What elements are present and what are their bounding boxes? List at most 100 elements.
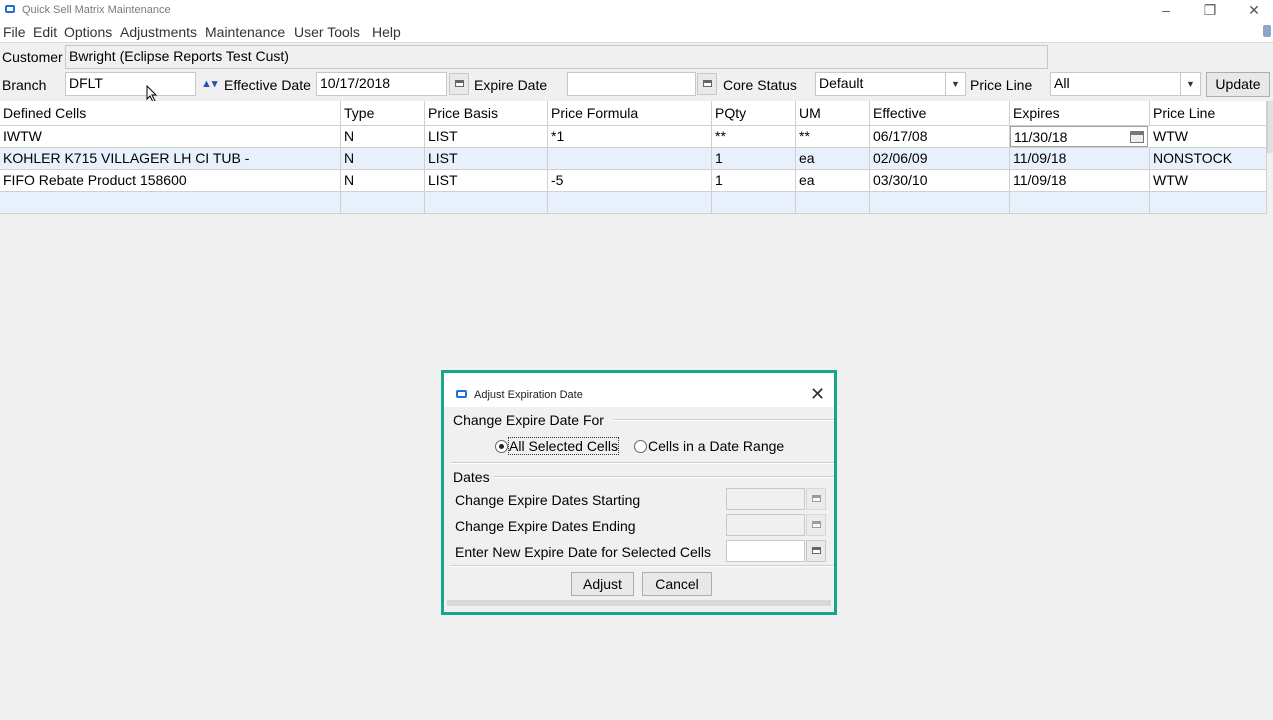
dialog-titlebar: Adjust Expiration Date ✕ [444, 373, 834, 407]
core-status-dropdown-icon[interactable]: ▼ [946, 72, 966, 96]
column-header-expires[interactable]: Expires [1010, 101, 1150, 125]
branch-label: Branch [2, 77, 47, 93]
column-header-effective[interactable]: Effective [870, 101, 1010, 125]
price-line-dropdown-icon[interactable]: ▼ [1181, 72, 1201, 96]
dialog-divider [450, 462, 834, 464]
cell-expires[interactable]: 11/09/18 [1010, 148, 1150, 169]
restore-icon[interactable]: ❐ [1188, 0, 1232, 22]
cell-price-formula[interactable]: *1 [548, 126, 712, 147]
effective-date-input[interactable]: 10/17/2018 [316, 72, 447, 96]
new-expire-date-input[interactable] [726, 540, 805, 562]
date-range-label[interactable]: Cells in a Date Range [648, 438, 784, 454]
cell-type[interactable]: N [341, 170, 425, 191]
cell-price-basis[interactable]: LIST [425, 148, 548, 169]
menu-bar: File Edit Options Adjustments Maintenanc… [0, 22, 1273, 43]
expire-date-calendar-icon[interactable] [697, 73, 717, 95]
column-header-price-basis[interactable]: Price Basis [425, 101, 548, 125]
table-row[interactable]: IWTW N LIST *1 ** ** 06/17/08 11/30/18 W… [0, 126, 1267, 148]
price-line-select[interactable]: All [1050, 72, 1181, 96]
cell-price-line[interactable]: WTW [1150, 126, 1267, 147]
cell-expires[interactable]: 11/30/18 [1014, 129, 1067, 145]
table-row-empty[interactable] [0, 192, 1267, 214]
cell-expires-editor[interactable]: 11/30/18 [1010, 126, 1148, 147]
menu-help[interactable]: Help [372, 24, 401, 40]
cell-price-line[interactable]: NONSTOCK [1150, 148, 1267, 169]
column-header-um[interactable]: UM [796, 101, 870, 125]
group1-divider [614, 419, 834, 421]
cell-defined[interactable]: KOHLER K715 VILLAGER LH CI TUB - [0, 148, 341, 169]
menu-options[interactable]: Options [64, 24, 112, 40]
cell-price-formula[interactable]: -5 [548, 170, 712, 191]
cell-price-basis[interactable] [425, 192, 548, 213]
cancel-button[interactable]: Cancel [642, 572, 712, 596]
cell-effective[interactable]: 03/30/10 [870, 170, 1010, 191]
starting-date-calendar-icon [806, 488, 826, 510]
cell-effective[interactable]: 06/17/08 [870, 126, 1010, 147]
cell-expires[interactable]: 11/09/18 [1010, 170, 1150, 191]
date-range-radio[interactable] [634, 440, 647, 453]
starting-date-input [726, 488, 805, 510]
toolbar-tool-icon[interactable] [1263, 25, 1271, 37]
close-icon[interactable]: ✕ [1232, 0, 1273, 22]
new-expire-date-calendar-icon[interactable] [806, 540, 826, 562]
customer-field: Bwright (Eclipse Reports Test Cust) [65, 45, 1048, 69]
cell-price-basis[interactable]: LIST [425, 126, 548, 147]
core-status-select[interactable]: Default [815, 72, 946, 96]
column-header-pqty[interactable]: PQty [712, 101, 796, 125]
table-row[interactable]: KOHLER K715 VILLAGER LH CI TUB - N LIST … [0, 148, 1267, 170]
cell-pqty[interactable]: 1 [712, 170, 796, 191]
dialog-close-icon[interactable]: ✕ [810, 384, 825, 405]
cell-pqty[interactable]: 1 [712, 148, 796, 169]
dialog-title: Adjust Expiration Date [474, 389, 583, 401]
cell-price-line[interactable]: WTW [1150, 170, 1267, 191]
cell-type[interactable]: N [341, 148, 425, 169]
menu-file[interactable]: File [3, 24, 26, 40]
column-header-price-formula[interactable]: Price Formula [548, 101, 712, 125]
adjust-expiration-dialog: Adjust Expiration Date ✕ Change Expire D… [441, 370, 837, 615]
cell-pqty[interactable]: ** [712, 126, 796, 147]
cell-defined[interactable]: IWTW [0, 126, 341, 147]
adjust-button[interactable]: Adjust [571, 572, 634, 596]
effective-date-calendar-icon[interactable] [449, 73, 469, 95]
cell-um[interactable]: ea [796, 170, 870, 191]
expire-date-input[interactable] [567, 72, 696, 96]
update-button[interactable]: Update [1206, 72, 1270, 97]
menu-user-tools[interactable]: User Tools [294, 24, 360, 40]
ending-date-input [726, 514, 805, 536]
cell-um[interactable]: ea [796, 148, 870, 169]
dialog-divider [450, 565, 834, 567]
menu-adjustments[interactable]: Adjustments [120, 24, 197, 40]
cell-price-formula[interactable] [548, 148, 712, 169]
cell-expires[interactable] [1010, 192, 1150, 213]
branch-lookup-icon[interactable]: ▲▾ [201, 78, 217, 90]
grid-scrollbar[interactable] [1267, 101, 1273, 153]
cell-um[interactable]: ** [796, 126, 870, 147]
dialog-resize-bar [447, 600, 831, 606]
cell-price-formula[interactable] [548, 192, 712, 213]
cell-defined[interactable]: FIFO Rebate Product 158600 [0, 170, 341, 191]
cell-defined[interactable] [0, 192, 341, 213]
cell-type[interactable] [341, 192, 425, 213]
all-selected-cells-radio[interactable] [495, 440, 508, 453]
cell-price-basis[interactable]: LIST [425, 170, 548, 191]
menu-edit[interactable]: Edit [33, 24, 57, 40]
window-title: Quick Sell Matrix Maintenance [22, 4, 171, 16]
cell-type[interactable]: N [341, 126, 425, 147]
all-selected-cells-label[interactable]: All Selected Cells [508, 437, 619, 455]
minimize-icon[interactable]: – [1144, 0, 1188, 22]
menu-maintenance[interactable]: Maintenance [205, 24, 285, 40]
column-header-defined-cells[interactable]: Defined Cells [0, 101, 341, 125]
cell-effective[interactable]: 02/06/09 [870, 148, 1010, 169]
cell-effective[interactable] [870, 192, 1010, 213]
cell-price-line[interactable] [1150, 192, 1267, 213]
app-icon [5, 5, 15, 13]
starting-label: Change Expire Dates Starting [455, 492, 641, 508]
column-header-type[interactable]: Type [341, 101, 425, 125]
branch-input[interactable]: DFLT [65, 72, 196, 96]
core-status-label: Core Status [723, 77, 797, 93]
cell-um[interactable] [796, 192, 870, 213]
column-header-price-line[interactable]: Price Line [1150, 101, 1267, 125]
cell-pqty[interactable] [712, 192, 796, 213]
table-row[interactable]: FIFO Rebate Product 158600 N LIST -5 1 e… [0, 170, 1267, 192]
cell-expires-calendar-icon[interactable] [1130, 131, 1144, 143]
